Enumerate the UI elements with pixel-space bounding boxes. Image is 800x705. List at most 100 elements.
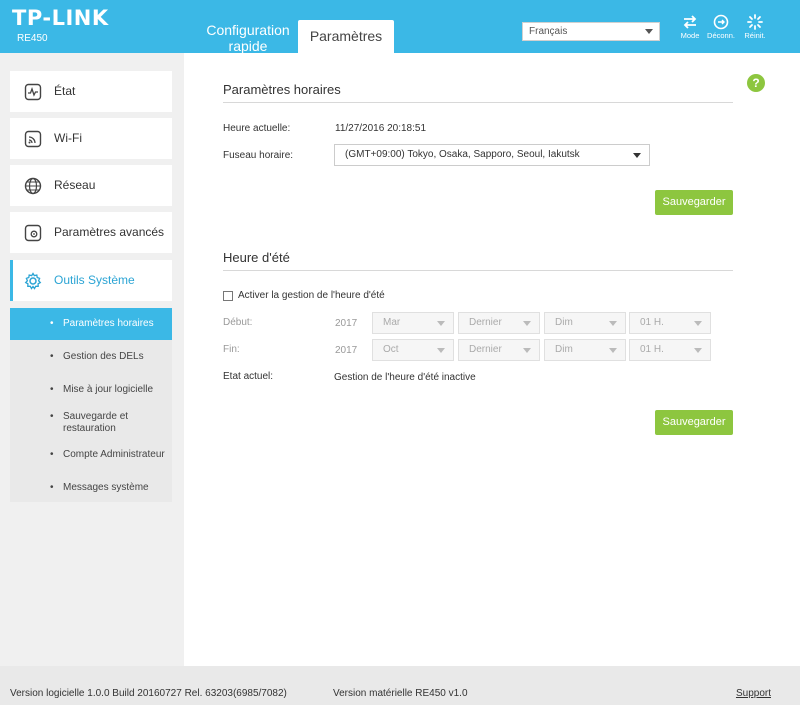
dst-start-hour-select[interactable]: 01 H. — [629, 312, 711, 334]
globe-icon — [24, 177, 42, 195]
dst-start-month-select[interactable]: Mar — [372, 312, 454, 334]
sidebar-subitem-led[interactable]: • Gestion des DELs — [10, 351, 172, 365]
gear-icon — [24, 272, 42, 290]
dst-status-value: Gestion de l'heure d'été inactive — [334, 372, 476, 383]
dst-enable-label: Activer la gestion de l'heure d'été — [238, 290, 385, 301]
chevron-down-icon — [523, 321, 531, 326]
dst-start-label: Début: — [223, 317, 253, 328]
dst-status-label: Etat actuel: — [223, 371, 274, 382]
divider — [223, 102, 733, 103]
sidebar-subitem-label: Gestion des DELs — [63, 351, 144, 362]
dst-end-month-value: Oct — [383, 344, 399, 355]
timezone-value: (GMT+09:00) Tokyo, Osaka, Sapporo, Seoul… — [345, 149, 580, 160]
chevron-down-icon — [609, 321, 617, 326]
chevron-down-icon — [633, 153, 641, 158]
status-icon — [24, 83, 42, 101]
language-select[interactable]: Français — [522, 22, 660, 41]
sidebar-subitem-label: Messages système — [63, 482, 149, 493]
top-header: TP-LINK RE450 Configuration rapide Param… — [0, 0, 800, 54]
dst-start-week-value: Dernier — [469, 317, 502, 328]
sidebar-item-label: Outils Système — [54, 273, 135, 287]
sidebar-item-label: Wi-Fi — [54, 131, 82, 145]
bullet: • — [50, 449, 54, 460]
reboot-button-label: Réinit. — [744, 31, 766, 40]
sidebar-subitem-label: Sauvegarde et restauration — [63, 411, 129, 434]
dst-start-year: 2017 — [335, 318, 358, 329]
bullet: • — [50, 482, 54, 493]
reboot-button[interactable]: Réinit. — [738, 14, 772, 40]
sidebar-subitem-label: Compte Administrateur — [63, 449, 165, 460]
sidebar-item-label: Réseau — [54, 178, 96, 192]
sidebar-subitem-time-settings[interactable]: • Paramètres horaires — [10, 308, 172, 340]
hardware-version: Version matérielle RE450 v1.0 — [333, 688, 468, 699]
mode-button[interactable]: Mode — [673, 14, 707, 40]
sidebar-item-network[interactable]: Réseau — [10, 165, 172, 206]
chevron-down-icon — [694, 321, 702, 326]
sidebar-subitem-label: Mise à jour logicielle — [63, 384, 154, 395]
section-title-dst: Heure d'été — [223, 250, 290, 265]
save-time-button[interactable]: Sauvegarder — [655, 190, 733, 215]
logout-button[interactable]: Déconn. — [704, 14, 738, 40]
dst-end-week-select[interactable]: Dernier — [458, 339, 540, 361]
dst-start-month-value: Mar — [383, 317, 401, 328]
advanced-settings-icon — [24, 224, 42, 242]
timezone-label: Fuseau horaire: — [223, 150, 294, 161]
sidebar-item-wifi[interactable]: Wi-Fi — [10, 118, 172, 159]
dst-end-day-value: Dim — [555, 344, 573, 355]
current-time-value: 11/27/2016 20:18:51 — [335, 123, 427, 134]
sidebar-item-label: État — [54, 84, 76, 98]
bullet: • — [50, 351, 54, 362]
language-value: Français — [529, 26, 568, 37]
chevron-down-icon — [523, 348, 531, 353]
reboot-icon — [747, 14, 763, 30]
sidebar-subitem-label: Paramètres horaires — [63, 318, 154, 329]
sidebar-subitem-firmware-upgrade[interactable]: • Mise à jour logicielle — [10, 384, 172, 398]
save-dst-button[interactable]: Sauvegarder — [655, 410, 733, 435]
dst-end-year: 2017 — [335, 345, 358, 356]
system-tools-submenu: • Paramètres horaires • Gestion des DELs… — [10, 308, 172, 502]
mode-button-label: Mode — [680, 31, 700, 40]
mode-icon — [683, 15, 697, 29]
sidebar-item-status[interactable]: État — [10, 71, 172, 112]
model-name: RE450 — [17, 33, 48, 44]
sidebar-item-advanced[interactable]: Paramètres avancés — [10, 212, 172, 253]
dst-enable-checkbox[interactable] — [223, 291, 233, 301]
dst-end-month-select[interactable]: Oct — [372, 339, 454, 361]
dst-end-day-select[interactable]: Dim — [544, 339, 626, 361]
sidebar-subitem-admin-account[interactable]: • Compte Administrateur — [10, 449, 172, 463]
bullet: • — [50, 318, 54, 329]
chevron-down-icon — [437, 321, 445, 326]
support-link[interactable]: Support — [736, 688, 771, 699]
logout-button-label: Déconn. — [707, 31, 735, 40]
logout-icon — [713, 14, 729, 30]
sidebar-item-label: Paramètres avancés — [54, 225, 165, 239]
chevron-down-icon — [645, 29, 653, 34]
help-icon[interactable]: ? — [747, 74, 765, 92]
sidebar-subitem-system-log[interactable]: • Messages système — [10, 482, 172, 496]
timezone-select[interactable]: (GMT+09:00) Tokyo, Osaka, Sapporo, Seoul… — [334, 144, 650, 166]
dst-end-label: Fin: — [223, 344, 240, 355]
brand-logo: TP-LINK — [12, 6, 109, 30]
divider — [223, 270, 733, 271]
tab-settings[interactable]: Paramètres — [298, 20, 394, 53]
chevron-down-icon — [609, 348, 617, 353]
section-title-time-settings: Paramètres horaires — [223, 82, 341, 97]
tab-quick-setup[interactable]: Configuration rapide — [200, 22, 296, 54]
dst-start-week-select[interactable]: Dernier — [458, 312, 540, 334]
chevron-down-icon — [694, 348, 702, 353]
wifi-icon — [24, 130, 42, 148]
chevron-down-icon — [437, 348, 445, 353]
firmware-version: Version logicielle 1.0.0 Build 20160727 … — [10, 688, 287, 699]
bullet: • — [50, 411, 54, 422]
dst-end-week-value: Dernier — [469, 344, 502, 355]
dst-start-hour-value: 01 H. — [640, 317, 664, 328]
dst-end-hour-select[interactable]: 01 H. — [629, 339, 711, 361]
dst-start-day-select[interactable]: Dim — [544, 312, 626, 334]
bullet: • — [50, 384, 54, 395]
sidebar-item-system-tools[interactable]: Outils Système — [10, 260, 172, 301]
footer: Version logicielle 1.0.0 Build 20160727 … — [0, 666, 800, 705]
dst-end-hour-value: 01 H. — [640, 344, 664, 355]
dst-start-day-value: Dim — [555, 317, 573, 328]
current-time-label: Heure actuelle: — [223, 123, 291, 134]
sidebar-subitem-backup-restore[interactable]: • Sauvegarde et restauration — [10, 411, 172, 437]
